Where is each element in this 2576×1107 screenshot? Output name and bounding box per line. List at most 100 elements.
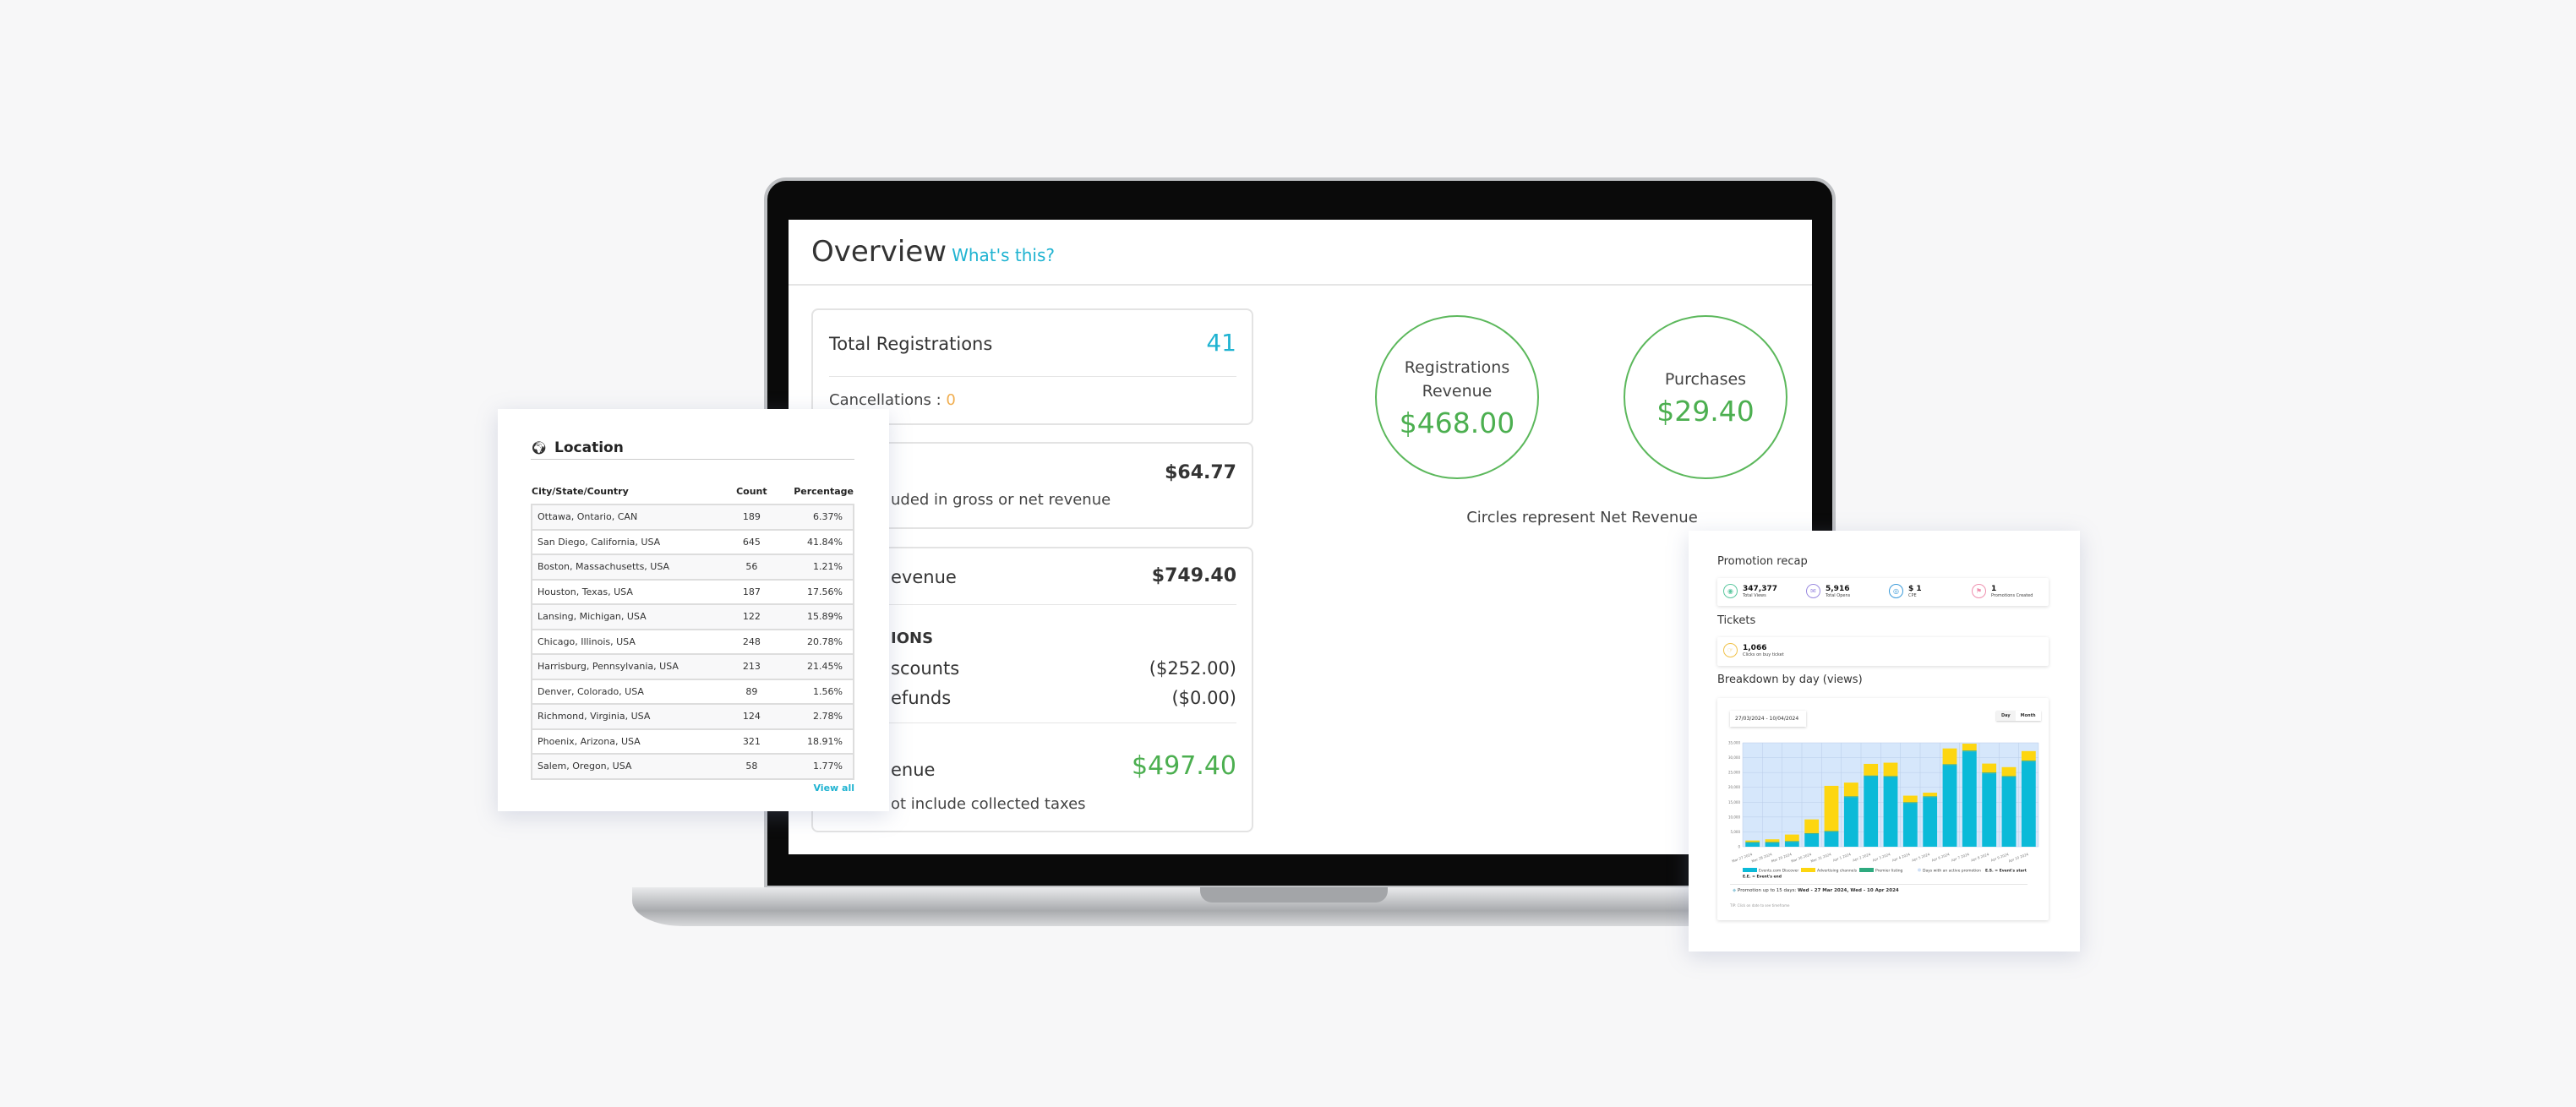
- promotion-stat: ◎ $ 1 CPE: [1889, 584, 1922, 598]
- table-row: Ottawa, Ontario, CAN 189 6.37%: [531, 504, 854, 530]
- bar-segment: [1962, 750, 1977, 752]
- stat-value: 1: [1991, 584, 1997, 593]
- x-tick-label: Mar 30 2024: [1790, 852, 1812, 864]
- percentage-cell: 20.78%: [772, 628, 854, 654]
- table-row: Phoenix, Arizona, USA 321 18.91%: [531, 728, 854, 754]
- city-cell: Houston, Texas, USA: [531, 578, 731, 604]
- bar-segment: [1923, 797, 1938, 847]
- legend-label: Advertising channels: [1817, 869, 1858, 874]
- percentage-cell: 15.89%: [772, 603, 854, 630]
- bar-segment: [1804, 819, 1820, 833]
- promotion-note: ◆ Promotion up to 15 days: Wed - 27 Mar …: [1733, 888, 1899, 893]
- gross-revenue-amount: $749.40: [1151, 565, 1236, 586]
- percentage-cell: 18.91%: [772, 728, 854, 754]
- bar-segment: [1745, 843, 1760, 847]
- stat-label: Total Opens: [1826, 592, 1851, 598]
- promotion-recap-title: Promotion recap: [1717, 555, 1808, 568]
- city-cell: Salem, Oregon, USA: [531, 753, 731, 780]
- x-tick-label: Mar 27 2024: [1731, 852, 1753, 864]
- bar-segment: [1765, 842, 1780, 843]
- bar-segment: [1804, 833, 1820, 847]
- column-header: Percentage: [794, 486, 854, 497]
- total-registrations-label: Total Registrations: [829, 334, 993, 354]
- x-tick-label: Apr 9 2024: [1990, 852, 2010, 862]
- percentage-cell: 1.77%: [772, 753, 854, 780]
- legend-label: E.E. = Event's end: [1743, 875, 1782, 880]
- bar-segment: [1804, 832, 1820, 834]
- legend-label: E.S. = Event's start: [1985, 869, 2028, 874]
- bar-segment: [1923, 793, 1938, 797]
- breakdown-title: Breakdown by day (views): [1717, 673, 1863, 686]
- city-cell: Denver, Colorado, USA: [531, 678, 731, 704]
- promotion-stat: ◉ 347,377 Total Views: [1723, 584, 1777, 598]
- percentage-cell: 41.84%: [772, 528, 854, 554]
- bar-segment: [1824, 785, 1839, 832]
- legend-label: Days with an active promotion: [1923, 869, 1981, 874]
- x-tick-label: Apr 3 2024: [1872, 852, 1891, 862]
- deductions-heading: IONS: [891, 630, 934, 647]
- discounts-amount: ($252.00): [1149, 658, 1236, 679]
- count-cell: 187: [730, 578, 773, 604]
- ticket-stat: ☞ 1,066 Clicks on buy ticket: [1723, 643, 1784, 657]
- bar-segment: [1982, 772, 1997, 774]
- note-prefix: Promotion up to 15 days:: [1737, 888, 1798, 893]
- count-cell: 56: [730, 554, 773, 580]
- city-cell: Harrisburg, Pennsylvania, USA: [531, 653, 731, 679]
- circles-note: Circles represent Net Revenue: [1466, 509, 1698, 526]
- city-cell: Lansing, Michigan, USA: [531, 603, 731, 630]
- refunds-label: efunds: [891, 688, 952, 708]
- gross-revenue-label: evenue: [891, 567, 957, 587]
- percentage-cell: 2.78%: [772, 703, 854, 729]
- bar-segment: [1942, 764, 1957, 766]
- divider: [1730, 884, 2028, 885]
- globe-icon: 🌍︎: [531, 440, 548, 455]
- bar-segment: [1784, 842, 1799, 847]
- bar-segment: [2001, 776, 2017, 777]
- tickets-box: ☞ 1,066 Clicks on buy ticket: [1717, 637, 2049, 666]
- y-tick-label: 30,000: [1728, 755, 1740, 760]
- divider: [789, 284, 1812, 286]
- circle-amount: $29.40: [1656, 394, 1755, 428]
- bar-segment: [1902, 802, 1918, 804]
- table-row: San Diego, California, USA 645 41.84%: [531, 528, 854, 554]
- bar-segment: [1765, 843, 1780, 847]
- count-cell: 89: [730, 678, 773, 704]
- whats-this-link[interactable]: What's this?: [952, 245, 1055, 265]
- laptop-notch: [1200, 887, 1388, 903]
- location-card: 🌍︎ Location City/State/Country Count Per…: [498, 409, 889, 811]
- fees-note: uded in gross or net revenue: [891, 491, 1111, 509]
- discounts-label: scounts: [891, 658, 960, 679]
- view-all-link[interactable]: View all: [813, 783, 854, 793]
- x-tick-label: Apr 6 2024: [1931, 852, 1951, 862]
- bar-segment: [1864, 763, 1879, 776]
- count-cell: 213: [730, 653, 773, 679]
- x-tick-label: Apr 2 2024: [1852, 852, 1871, 862]
- net-revenue-label: enue: [891, 760, 936, 780]
- bar-segment: [1784, 834, 1799, 842]
- legend-swatch: [1918, 868, 1921, 872]
- breakdown-chart-card: 27/03/2024 - 10/04/2024 Day Month 0 5,000…: [1717, 698, 2049, 920]
- x-tick-label: Apr 8 2024: [1970, 852, 1989, 862]
- x-tick-label: Apr 1 2024: [1832, 852, 1852, 862]
- bar-segment: [1745, 842, 1760, 843]
- circle-label: Revenue: [1422, 381, 1493, 401]
- bar-segment: [1864, 776, 1879, 847]
- bar-segment: [1883, 776, 1898, 777]
- table-row: Chicago, Illinois, USA 248 20.78%: [531, 628, 854, 654]
- bar-segment: [1942, 748, 1957, 765]
- table-row: Boston, Massachusetts, USA 56 1.21%: [531, 554, 854, 580]
- bar-segment: [1883, 777, 1898, 847]
- x-tick-label: Apr 7 2024: [1951, 852, 1970, 862]
- bar-segment: [1745, 840, 1760, 843]
- promotion-stats: ◉ 347,377 Total Views ✉ 5,916 Total Opens ◎ $ 1…: [1717, 578, 2049, 606]
- tickets-title: Tickets: [1717, 614, 1756, 627]
- count-cell: 321: [730, 728, 773, 754]
- table-row: Lansing, Michigan, USA 122 15.89%: [531, 603, 854, 630]
- y-tick-label: 25,000: [1728, 771, 1740, 775]
- x-tick-label: Apr 10 2024: [2008, 852, 2029, 863]
- count-cell: 58: [730, 753, 773, 780]
- cancellations-label: Cancellations :: [829, 391, 947, 409]
- legend-label: Premier listing: [1875, 869, 1903, 874]
- x-tick-label: Mar 31 2024: [1810, 852, 1832, 864]
- y-tick-label: 10,000: [1728, 815, 1740, 819]
